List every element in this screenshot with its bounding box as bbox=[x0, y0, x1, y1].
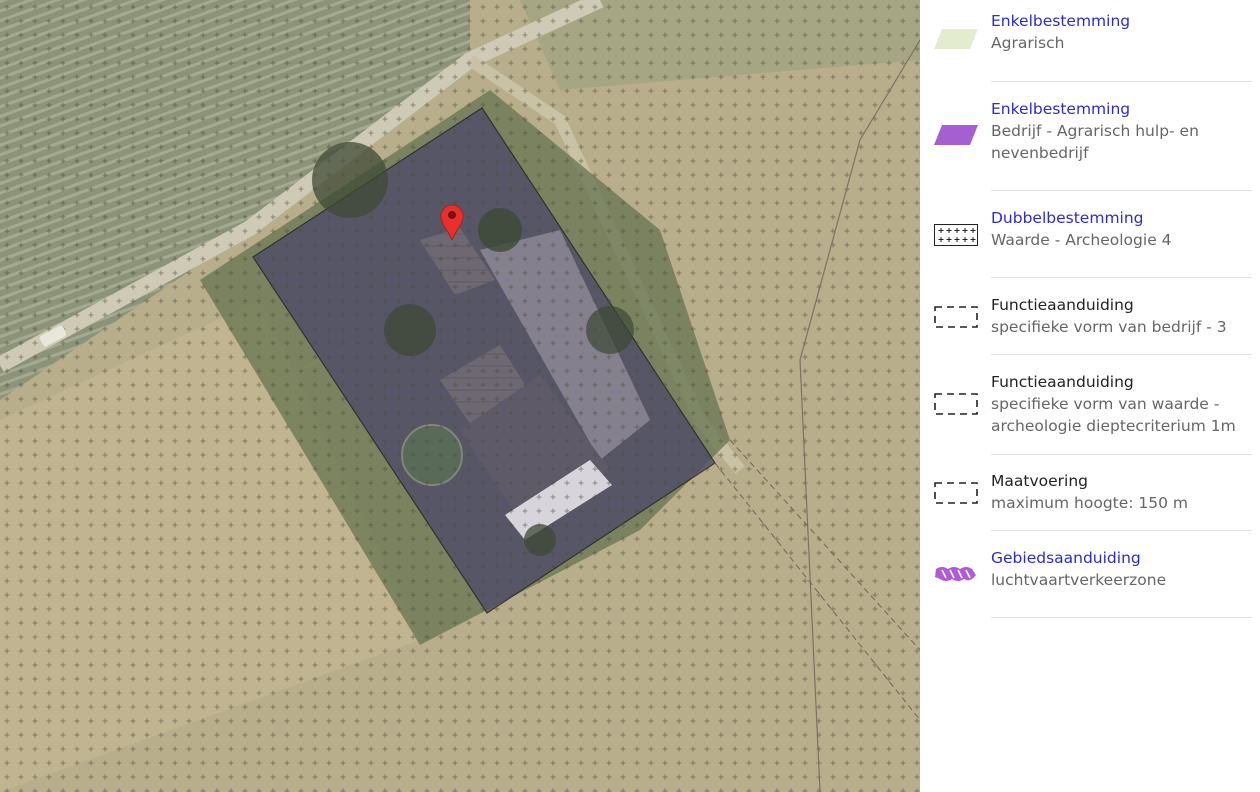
legend-title: Enkelbestemming bbox=[991, 100, 1131, 118]
archeologie-swatch-icon bbox=[934, 224, 978, 246]
legend-subtitle: Bedrijf - Agrarisch hulp- en nevenbedrij… bbox=[991, 122, 1199, 162]
legend-subtitle: specifieke vorm van bedrijf - 3 bbox=[991, 318, 1227, 336]
legend-subtitle: maximum hoogte: 150 m bbox=[991, 494, 1189, 512]
legend-subtitle: specifieke vorm van waarde - archeologie… bbox=[991, 395, 1236, 435]
map-canvas[interactable] bbox=[0, 0, 920, 792]
legend-title: Maatvoering bbox=[991, 472, 1088, 490]
legend-subtitle: Agrarisch bbox=[991, 34, 1065, 52]
legend-divider bbox=[991, 81, 1252, 82]
legend-divider bbox=[991, 617, 1252, 618]
legend-title: Gebiedsaanduiding bbox=[991, 549, 1141, 567]
legend-title: Dubbelbestemming bbox=[991, 209, 1144, 227]
legend-item-functie-waarde: Functieaanduiding specifieke vorm van wa… bbox=[920, 361, 1260, 455]
aerial-map[interactable] bbox=[0, 0, 920, 792]
legend-divider bbox=[991, 530, 1252, 531]
legend-item-archeologie: Dubbelbestemming Waarde - Archeologie 4 bbox=[920, 197, 1260, 278]
dashed-box-icon bbox=[934, 393, 978, 415]
legend-divider bbox=[991, 454, 1252, 455]
legend-item-agrarisch: Enkelbestemming Agrarisch bbox=[920, 0, 1260, 82]
map-viewer: Enkelbestemming Agrarisch Enkelbestemmin… bbox=[0, 0, 1260, 792]
legend-subtitle: Waarde - Archeologie 4 bbox=[991, 231, 1172, 249]
legend-title: Functieaanduiding bbox=[991, 296, 1134, 314]
legend-subtitle: luchtvaartverkeerzone bbox=[991, 571, 1167, 589]
dashed-box-icon bbox=[934, 306, 978, 328]
legend-item-maatvoering: Maatvoering maximum hoogte: 150 m bbox=[920, 460, 1260, 531]
legend-divider bbox=[991, 354, 1252, 355]
legend-title: Functieaanduiding bbox=[991, 373, 1134, 391]
archeologie-overlay bbox=[0, 0, 920, 792]
bedrijf-swatch-icon bbox=[934, 125, 978, 145]
agrarisch-swatch-icon bbox=[934, 29, 978, 49]
dashed-box-icon bbox=[934, 482, 978, 504]
legend-panel: Enkelbestemming Agrarisch Enkelbestemmin… bbox=[920, 0, 1260, 792]
legend-divider bbox=[991, 190, 1252, 191]
legend-title: Enkelbestemming bbox=[991, 12, 1131, 30]
legend-item-bedrijf: Enkelbestemming Bedrijf - Agrarisch hulp… bbox=[920, 88, 1260, 191]
legend-item-luchtvaart: Gebiedsaanduiding luchtvaartverkeerzone bbox=[920, 537, 1260, 618]
legend-divider bbox=[991, 277, 1252, 278]
luchtvaart-swatch-icon bbox=[935, 567, 976, 581]
legend-item-functie-bedrijf: Functieaanduiding specifieke vorm van be… bbox=[920, 284, 1260, 355]
